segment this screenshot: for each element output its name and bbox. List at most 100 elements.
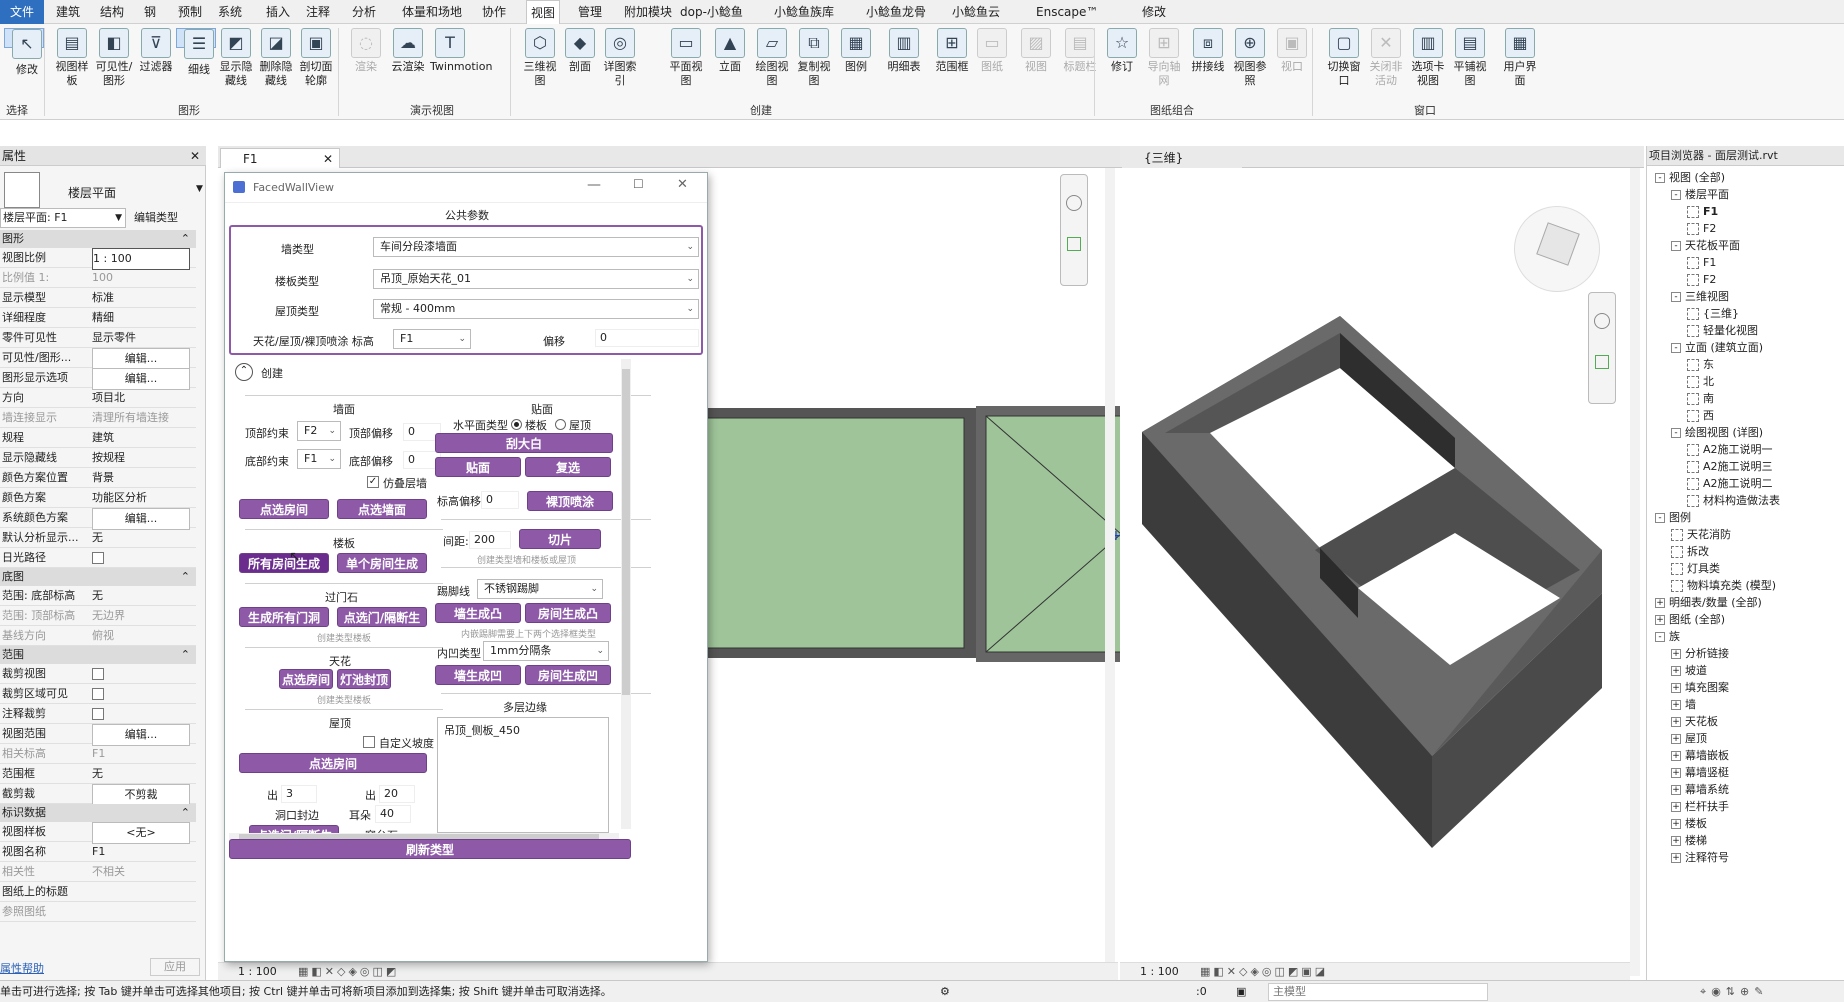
- property-value[interactable]: 无: [92, 586, 190, 606]
- chevron-down-icon[interactable]: ▼: [196, 184, 203, 194]
- checkbox[interactable]: [92, 708, 104, 720]
- floor-type-select[interactable]: 吊顶_原始天花_01 ⌄: [373, 269, 699, 289]
- browser-tree-item[interactable]: + 坡道: [1671, 663, 1707, 679]
- 3d-navigation-bar[interactable]: [1588, 292, 1616, 404]
- property-value[interactable]: 俯视: [92, 626, 190, 646]
- menu-item[interactable]: 管理: [574, 0, 606, 24]
- ribbon-button[interactable]: ▭ 图纸: [972, 28, 1012, 74]
- menu-item[interactable]: 插入: [262, 0, 294, 24]
- ribbon-button[interactable]: ▣ 视口: [1272, 28, 1312, 74]
- view-selector[interactable]: 楼层平面: F1 ▼: [0, 208, 126, 228]
- browser-tree-item[interactable]: 西: [1687, 408, 1714, 424]
- top-level-select[interactable]: F2 ⌄: [297, 421, 341, 441]
- radio-floor[interactable]: [511, 417, 522, 430]
- expand-icon[interactable]: +: [1671, 649, 1681, 659]
- property-section-header[interactable]: 标识数据 ⌃: [0, 804, 196, 822]
- expand-icon[interactable]: +: [1671, 683, 1681, 693]
- model-selector[interactable]: 主模型: [1268, 983, 1488, 1001]
- browser-tree-item[interactable]: 材料构造做法表: [1687, 493, 1780, 509]
- bare-spray-button[interactable]: 裸顶喷涂: [527, 491, 613, 511]
- view-control-icons[interactable]: ▦◧✕◇◈◎◫◩: [298, 963, 399, 981]
- collapse-icon[interactable]: -: [1671, 241, 1681, 251]
- property-value[interactable]: F1: [92, 744, 190, 764]
- browser-tree-item[interactable]: + 幕墙嵌板: [1671, 748, 1729, 764]
- close-icon[interactable]: ✕: [677, 177, 688, 192]
- close-icon[interactable]: ✕: [323, 149, 333, 169]
- browser-tree-item[interactable]: -族: [1655, 629, 1680, 645]
- browser-tree-item[interactable]: F2: [1687, 221, 1716, 237]
- expand-icon[interactable]: +: [1671, 666, 1681, 676]
- browser-tree-item[interactable]: + 填充图案: [1671, 680, 1729, 696]
- ribbon-button[interactable]: ⊽ 过滤器: [136, 28, 176, 74]
- ribbon-button[interactable]: ▤ 视图样板: [52, 28, 92, 88]
- property-value[interactable]: 显示零件: [92, 328, 190, 348]
- minimize-icon[interactable]: —: [587, 177, 601, 193]
- view-control-icons[interactable]: ▦◧✕◇◈◎◫◩▣◪: [1200, 963, 1328, 981]
- ribbon-button[interactable]: ▥ 选项卡视图: [1408, 28, 1448, 88]
- menu-item[interactable]: 小鲶鱼云: [948, 0, 1004, 24]
- browser-tree-item[interactable]: 北: [1687, 374, 1714, 390]
- ribbon-button[interactable]: ▨ 视图: [1016, 28, 1056, 74]
- custom-slope-checkbox[interactable]: [363, 735, 375, 748]
- browser-tree-item[interactable]: 轻量化视图: [1687, 323, 1758, 339]
- ribbon-button[interactable]: ◎ 详图索引: [600, 28, 640, 88]
- browser-tree-item[interactable]: 拆改: [1671, 544, 1709, 560]
- browser-tree-item[interactable]: + 楼梯: [1671, 833, 1707, 849]
- wall-convex-button[interactable]: 墙生成凸: [435, 603, 521, 623]
- ribbon-button[interactable]: ☰ 细线: [176, 28, 216, 76]
- property-value[interactable]: 功能区分析: [92, 488, 190, 508]
- ribbon-button[interactable]: ▥ 明细表: [884, 28, 924, 74]
- checkbox[interactable]: [92, 668, 104, 680]
- out-input-2[interactable]: 20: [379, 785, 415, 803]
- apply-button[interactable]: 应用: [150, 958, 200, 976]
- property-section-header[interactable]: 底图 ⌃: [0, 568, 196, 586]
- browser-tree-item[interactable]: + 栏杆扶手: [1671, 799, 1729, 815]
- property-value[interactable]: [92, 664, 190, 684]
- ribbon-button[interactable]: ⬡ 三维视图: [520, 28, 560, 88]
- slice-button[interactable]: 切片: [519, 529, 601, 549]
- menu-item[interactable]: 注释: [302, 0, 334, 24]
- browser-tree-item[interactable]: - 天花板平面: [1671, 238, 1740, 254]
- collapse-icon[interactable]: -: [1655, 173, 1665, 183]
- property-value[interactable]: 项目北: [92, 388, 190, 408]
- browser-tree-item[interactable]: F1: [1687, 255, 1716, 271]
- ribbon-button[interactable]: ▭ 平面视图: [666, 28, 706, 88]
- wall-type-select[interactable]: 车间分段漆墙面 ⌄: [373, 237, 699, 257]
- expand-icon[interactable]: +: [1671, 717, 1681, 727]
- browser-tree-item[interactable]: + 图纸 (全部): [1655, 612, 1725, 628]
- property-value[interactable]: 编辑...: [92, 348, 190, 370]
- menu-item[interactable]: 钢: [140, 0, 160, 24]
- collapse-icon[interactable]: -: [1655, 513, 1665, 523]
- property-value[interactable]: 编辑...: [92, 724, 190, 746]
- browser-tree-item[interactable]: - 三维视图: [1671, 289, 1729, 305]
- ribbon-button[interactable]: ▦ 图例: [836, 28, 876, 74]
- wall-concave-button[interactable]: 墙生成凹: [435, 665, 521, 685]
- browser-tree-item[interactable]: A2施工说明一: [1687, 442, 1773, 458]
- collapse-icon[interactable]: -: [1671, 343, 1681, 353]
- property-value[interactable]: 1 : 100: [92, 248, 190, 270]
- property-value[interactable]: [92, 548, 190, 568]
- expand-icon[interactable]: +: [1671, 734, 1681, 744]
- ribbon-button[interactable]: ◧ 可见性/图形: [94, 28, 134, 88]
- pick-door-button[interactable]: 点选门/隔断生成: [337, 607, 427, 645]
- ribbon-button[interactable]: ▱ 绘图视图: [752, 28, 792, 88]
- collapse-icon[interactable]: ⌃: [181, 646, 190, 664]
- browser-tree-item[interactable]: - 视图 (全部): [1655, 170, 1725, 186]
- menu-item[interactable]: 体量和场地: [398, 0, 466, 24]
- ribbon-button[interactable]: ↖ 修改: [4, 28, 44, 76]
- property-value[interactable]: 无: [92, 764, 190, 784]
- menu-item[interactable]: Enscape™: [1032, 0, 1102, 24]
- menu-item[interactable]: 分析: [348, 0, 380, 24]
- room-convex-button[interactable]: 房间生成凸: [525, 603, 611, 623]
- browser-tree-item[interactable]: 天花消防: [1671, 527, 1731, 543]
- baseboard-select[interactable]: 不锈钢踢脚 ⌄: [477, 579, 603, 599]
- browser-tree-item[interactable]: - 绘图视图 (详图): [1671, 425, 1763, 441]
- selection-filter-icons[interactable]: ⌖◉⇅⊕✎: [1700, 981, 1768, 1002]
- property-value[interactable]: 无边界: [92, 606, 190, 626]
- plan-scrollbar[interactable]: [1105, 168, 1115, 976]
- property-value[interactable]: 编辑...: [92, 508, 190, 530]
- browser-tree-item[interactable]: + 幕墙竖梃: [1671, 765, 1729, 781]
- menu-item[interactable]: 文件: [0, 0, 45, 24]
- browser-tree-item[interactable]: + 天花板: [1671, 714, 1718, 730]
- collapse-icon[interactable]: ⌃: [235, 363, 253, 381]
